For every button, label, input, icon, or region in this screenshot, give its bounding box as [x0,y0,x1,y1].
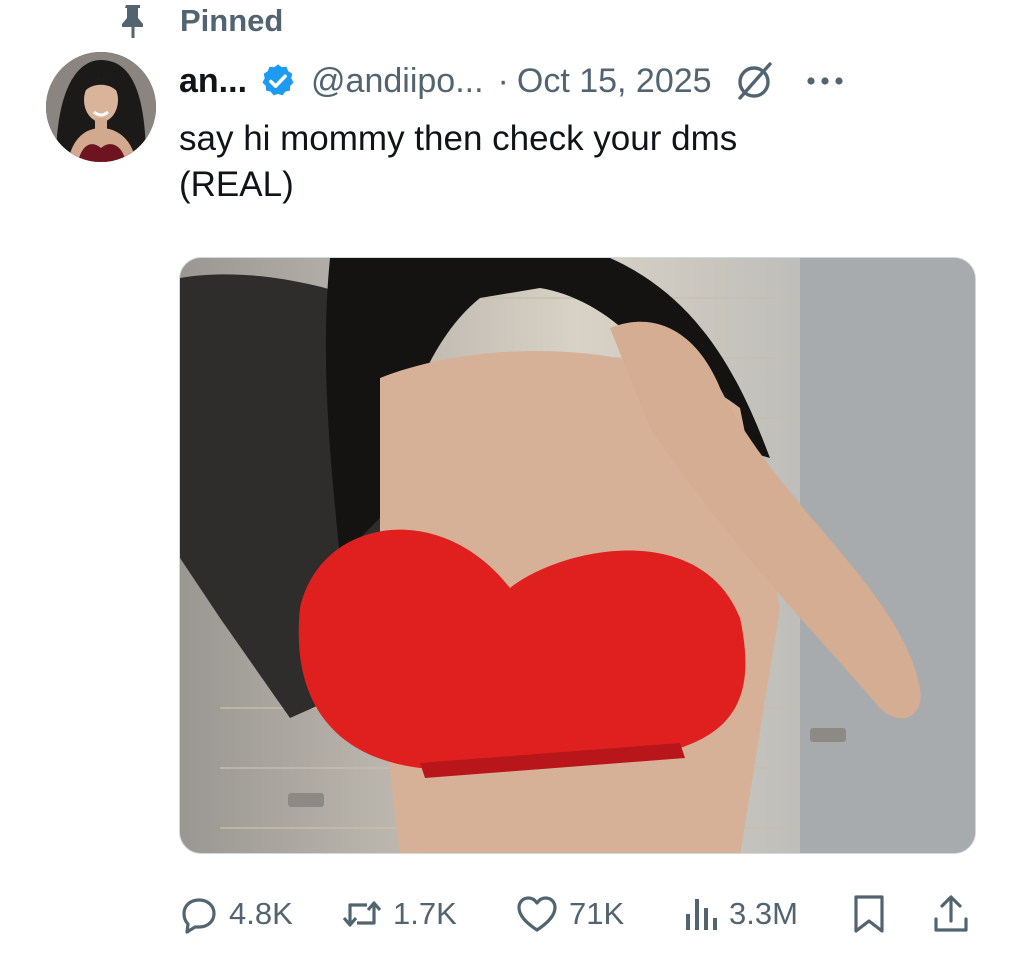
like-button[interactable]: 71K [515,884,624,944]
views-button[interactable]: 3.3M [683,884,798,944]
repost-icon [341,894,383,934]
reply-button[interactable]: 4.8K [179,884,293,944]
grok-icon[interactable] [732,58,778,104]
reply-icon [179,894,219,934]
more-icon[interactable] [802,58,848,104]
handle[interactable]: @andiipo... [311,62,484,101]
bookmark-button[interactable] [851,884,887,944]
tweet-text-line-2: (REAL) [179,165,294,204]
like-icon [515,894,559,934]
views-count: 3.3M [729,896,798,931]
separator-dot: · [497,61,509,100]
bookmark-icon [851,893,887,935]
tweet-text: say hi mommy then check your dms (REAL) [179,116,979,208]
repost-button[interactable]: 1.7K [341,884,457,944]
repost-count: 1.7K [393,896,457,931]
tweet-header: an... @andiipo... · Oct 15, 2025 [179,54,848,108]
verified-badge-icon[interactable] [259,62,297,100]
tweet-actions: 4.8K 1.7K 71K 3.3M [179,884,976,944]
share-icon [931,893,971,935]
tweet-text-line-1: say hi mommy then check your dms [179,119,738,158]
pinned-label: Pinned [180,3,284,38]
share-button[interactable] [931,884,971,944]
reply-count: 4.8K [229,896,293,931]
views-icon [683,894,719,934]
display-name[interactable]: an... [179,62,247,101]
avatar[interactable] [46,52,156,162]
like-count: 71K [569,896,625,931]
timestamp[interactable]: Oct 15, 2025 [517,62,712,101]
tweet-media-image[interactable] [179,257,976,854]
pin-icon [118,2,148,40]
pinned-indicator: Pinned [118,0,283,42]
